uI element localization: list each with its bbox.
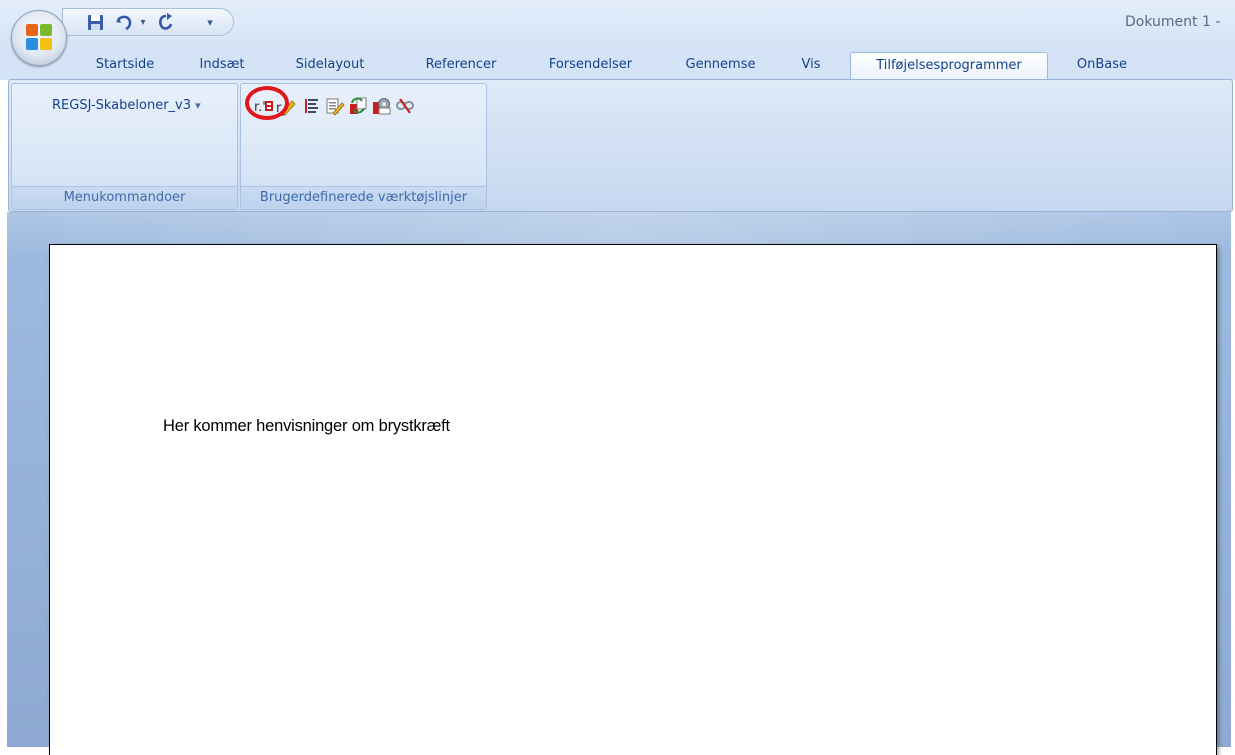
title-bar: ▾ ▾ Dokument 1 - bbox=[0, 0, 1235, 48]
menu-commands-group-label: Menukommandoer bbox=[12, 186, 237, 209]
unlink-icon[interactable] bbox=[395, 96, 415, 116]
tab-vis[interactable]: Vis bbox=[788, 54, 834, 80]
ribbon: REGSJ-Skabeloner_v3 ▾ Menukommandoer r."… bbox=[8, 79, 1233, 212]
tab-referencer[interactable]: Referencer bbox=[406, 54, 516, 80]
settings-doc-icon[interactable] bbox=[371, 96, 391, 116]
redo-icon[interactable] bbox=[155, 12, 177, 32]
tab-tilfoejelsesprogrammer[interactable]: Tilføjelsesprogrammer bbox=[850, 52, 1048, 81]
tab-sidelayout[interactable]: Sidelayout bbox=[280, 54, 380, 80]
tab-indsaet[interactable]: Indsæt bbox=[182, 54, 262, 80]
menu-commands-group: REGSJ-Skabeloner_v3 ▾ Menukommandoer bbox=[11, 83, 238, 210]
tab-startside[interactable]: Startside bbox=[80, 54, 170, 80]
office-button[interactable] bbox=[11, 10, 67, 66]
document-workspace: Her kommer henvisninger om brystkræft bbox=[0, 212, 1235, 755]
window-title: Dokument 1 - bbox=[1125, 14, 1221, 30]
chevron-down-icon: ▾ bbox=[195, 99, 201, 112]
undo-icon[interactable] bbox=[113, 12, 135, 32]
ribbon-tab-row: Startside Indsæt Sidelayout Referencer F… bbox=[0, 48, 1235, 81]
office-logo-icon bbox=[26, 24, 52, 50]
undo-dropdown-icon[interactable]: ▾ bbox=[137, 12, 149, 32]
tab-gennemse[interactable]: Gennemse bbox=[668, 54, 773, 80]
customize-dropdown-icon[interactable]: ▾ bbox=[203, 12, 217, 32]
document-body-text[interactable]: Her kommer henvisninger om brystkræft bbox=[163, 417, 450, 436]
edit-doc-icon[interactable] bbox=[325, 96, 345, 116]
right-edge bbox=[1231, 212, 1235, 747]
refresh-doc-icon[interactable] bbox=[348, 96, 368, 116]
quick-access-toolbar: ▾ ▾ bbox=[62, 8, 234, 36]
regsj-templates-dropdown[interactable]: REGSJ-Skabeloner_v3 ▾ bbox=[52, 98, 201, 113]
highlight-circle bbox=[245, 86, 289, 120]
left-edge bbox=[0, 212, 7, 747]
tab-onbase[interactable]: OnBase bbox=[1060, 54, 1144, 80]
regsj-dropdown-label: REGSJ-Skabeloner_v3 bbox=[52, 98, 192, 113]
tab-forsendelser[interactable]: Forsendelser bbox=[528, 54, 653, 80]
save-icon[interactable] bbox=[85, 12, 105, 32]
custom-toolbars-group-label: Brugerdefinerede værktøjslinjer bbox=[241, 186, 486, 209]
align-list-icon[interactable] bbox=[301, 96, 321, 116]
document-page[interactable]: Her kommer henvisninger om brystkræft bbox=[49, 244, 1217, 755]
